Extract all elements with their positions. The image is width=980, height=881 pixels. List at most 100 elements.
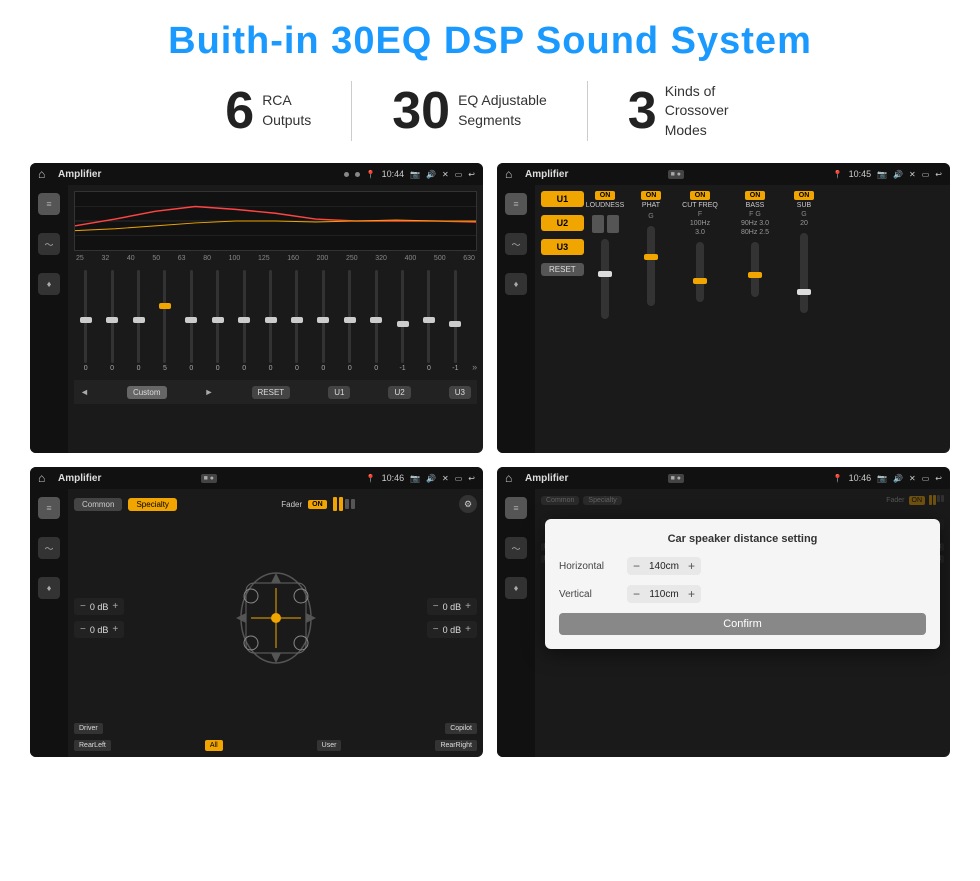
cross-common-tab[interactable]: Common [74, 498, 122, 511]
cross-left-db: − 0 dB + − 0 dB + [74, 519, 124, 717]
cross-specialty-tab[interactable]: Specialty [128, 498, 176, 511]
cross-user-btn[interactable]: User [317, 740, 342, 751]
cross-minus-3[interactable]: − [433, 624, 439, 635]
phat-slider[interactable] [647, 226, 655, 306]
cross-rearright-btn[interactable]: RearRight [435, 740, 477, 751]
u2-btn[interactable]: U2 [388, 386, 410, 399]
dialog-sidebar-wave-icon[interactable]: 〜 [505, 537, 527, 559]
sidebar-eq-icon[interactable]: ≡ [38, 193, 60, 215]
bass-slider[interactable] [751, 242, 759, 297]
loudness-on-badge[interactable]: ON [595, 191, 616, 200]
window-icon: ▭ [455, 170, 463, 179]
bass-on-badge[interactable]: ON [745, 191, 766, 200]
eq-slider-7[interactable]: 0 [259, 270, 282, 372]
cross-minus-1[interactable]: − [80, 624, 86, 635]
sub-slider[interactable] [800, 233, 808, 313]
cross-sidebar-wave-icon[interactable]: 〜 [38, 537, 60, 559]
cross-screen-title: Amplifier [58, 473, 195, 484]
eq-slider-14[interactable]: -1 [444, 270, 467, 372]
dialog-home-icon[interactable]: ⌂ [505, 471, 519, 485]
sidebar-speaker-icon[interactable]: ♦ [38, 273, 60, 295]
amp-content: ≡ 〜 ♦ U1 U2 U3 RESET [497, 185, 950, 453]
horizontal-plus[interactable]: + [688, 559, 695, 573]
vertical-minus[interactable]: − [633, 587, 640, 601]
cross-plus-0[interactable]: + [112, 601, 118, 612]
eq-slider-5[interactable]: 0 [206, 270, 229, 372]
cross-fader-bars [333, 497, 355, 511]
speaker-distance-dialog: Car speaker distance setting Horizontal … [545, 519, 940, 649]
cross-status-bar: ⌂ Amplifier ■ ● 📍 10:46 📷 🔊 ✕ ▭ ↩ [30, 467, 483, 489]
cross-all-btn[interactable]: All [205, 740, 223, 751]
amp-u1-btn[interactable]: U1 [541, 191, 584, 207]
dialog-back-icon[interactable]: ↩ [935, 474, 942, 483]
cross-sidebar-speaker-icon[interactable]: ♦ [38, 577, 60, 599]
stat-eq-label: EQ AdjustableSegments [458, 91, 547, 130]
cross-db-val-3: 0 dB [443, 625, 462, 635]
cross-window-icon: ▭ [455, 474, 463, 483]
reset-btn[interactable]: RESET [252, 386, 291, 399]
freq-320: 320 [375, 255, 387, 262]
cross-back-icon[interactable]: ↩ [468, 474, 475, 483]
settings-icon[interactable]: ⚙ [459, 495, 477, 513]
eq-slider-8[interactable]: 0 [285, 270, 308, 372]
eq-slider-10[interactable]: 0 [338, 270, 361, 372]
u1-btn[interactable]: U1 [328, 386, 350, 399]
vertical-stepper: − 110cm + [627, 585, 701, 603]
cross-driver-btn[interactable]: Driver [74, 723, 103, 734]
amp-back-icon[interactable]: ↩ [935, 170, 942, 179]
amp-home-icon[interactable]: ⌂ [505, 167, 519, 181]
cross-plus-1[interactable]: + [112, 624, 118, 635]
eq-slider-2[interactable]: 0 [127, 270, 150, 372]
eq-slider-9[interactable]: 0 [312, 270, 335, 372]
eq-slider-0[interactable]: 0 [74, 270, 97, 372]
cross-minus-2[interactable]: − [433, 601, 439, 612]
cross-fader-on-badge[interactable]: ON [308, 500, 327, 509]
prev-icon[interactable]: ◄ [80, 387, 89, 397]
amp-u3-btn[interactable]: U3 [541, 239, 584, 255]
amp-reset-btn[interactable]: RESET [541, 263, 584, 276]
eq-slider-11[interactable]: 0 [364, 270, 387, 372]
next-icon[interactable]: ► [205, 387, 214, 397]
horizontal-minus[interactable]: − [633, 559, 640, 573]
eq-slider-13[interactable]: 0 [417, 270, 440, 372]
cross-home-icon[interactable]: ⌂ [38, 471, 52, 485]
amp-location-icon: 📍 [833, 170, 843, 179]
custom-btn[interactable]: Custom [127, 386, 167, 399]
cross-rearleft-btn[interactable]: RearLeft [74, 740, 111, 751]
eq-slider-4[interactable]: 0 [180, 270, 203, 372]
amp-sidebar-wave-icon[interactable]: 〜 [505, 233, 527, 255]
cutfreq-on-badge[interactable]: ON [690, 191, 711, 200]
cross-sidebar-eq-icon[interactable]: ≡ [38, 497, 60, 519]
eq-slider-6[interactable]: 0 [232, 270, 255, 372]
amp-sidebar-eq-icon[interactable]: ≡ [505, 193, 527, 215]
cross-plus-3[interactable]: + [465, 624, 471, 635]
eq-slider-12[interactable]: -1 [391, 270, 414, 372]
cross-copilot-btn[interactable]: Copilot [445, 723, 477, 734]
cross-db-val-0: 0 dB [90, 602, 109, 612]
cross-minus-0[interactable]: − [80, 601, 86, 612]
cutfreq-slider[interactable] [696, 242, 704, 302]
loudness-slider[interactable] [601, 239, 609, 319]
back-icon[interactable]: ↩ [468, 170, 475, 179]
eq-slider-3[interactable]: 5 [153, 270, 176, 372]
amp-sidebar-speaker-icon[interactable]: ♦ [505, 273, 527, 295]
more-icon[interactable]: » [472, 362, 477, 372]
cross-body: − 0 dB + − 0 dB + [74, 519, 477, 717]
phat-on-badge[interactable]: ON [641, 191, 662, 200]
cross-plus-2[interactable]: + [465, 601, 471, 612]
dialog-screen-title: Amplifier [525, 473, 662, 484]
eq-screen: ⌂ Amplifier 📍 10:44 📷 🔊 ✕ ▭ ↩ ≡ 〜 ♦ [30, 163, 483, 453]
dialog-sidebar-eq-icon[interactable]: ≡ [505, 497, 527, 519]
sidebar-wave-icon[interactable]: 〜 [38, 233, 60, 255]
eq-slider-1[interactable]: 0 [100, 270, 123, 372]
dialog-camera-icon: 📷 [877, 474, 887, 483]
home-icon[interactable]: ⌂ [38, 167, 52, 181]
vertical-plus[interactable]: + [688, 587, 695, 601]
dialog-sidebar-speaker-icon[interactable]: ♦ [505, 577, 527, 599]
amp-u2-btn[interactable]: U2 [541, 215, 584, 231]
eq-graph [74, 191, 477, 251]
sub-on-badge[interactable]: ON [794, 191, 815, 200]
u3-btn[interactable]: U3 [449, 386, 471, 399]
stat-crossover: 3 Kinds ofCrossover Modes [588, 82, 795, 141]
confirm-button[interactable]: Confirm [559, 613, 926, 635]
